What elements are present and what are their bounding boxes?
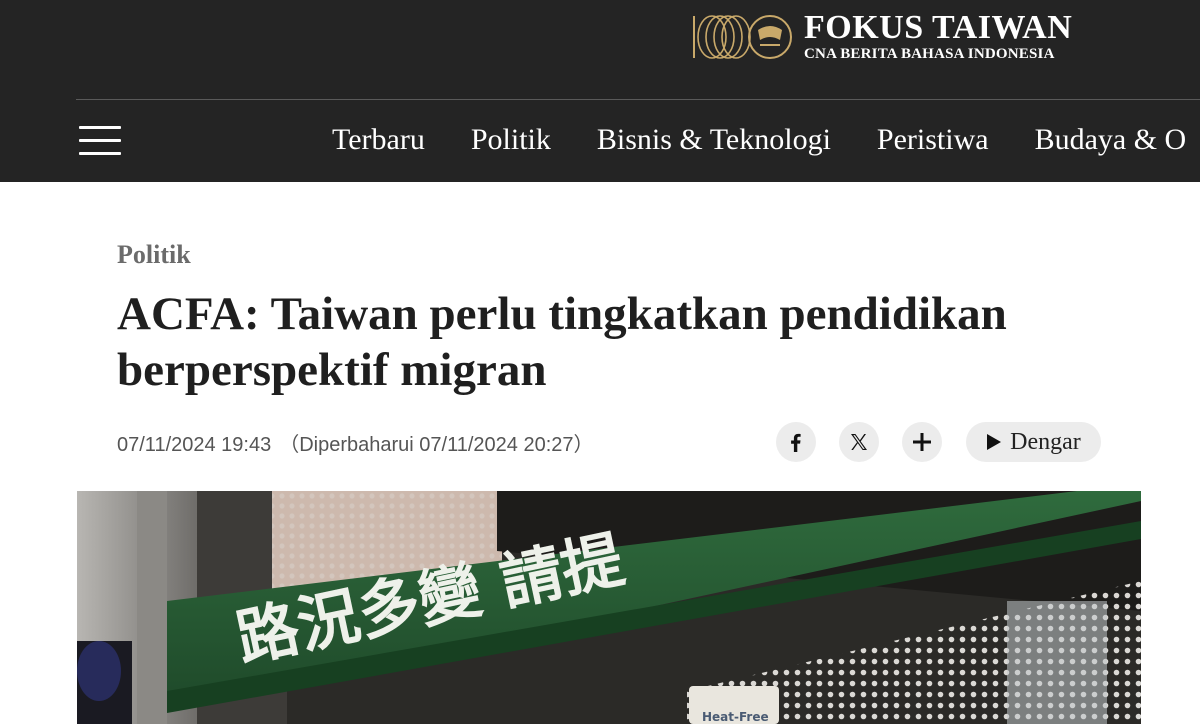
nav-item-bisnis-teknologi[interactable]: Bisnis & Teknologi bbox=[597, 118, 831, 162]
hamburger-menu-icon[interactable] bbox=[79, 124, 121, 158]
article-title: ACFA: Taiwan perlu tingkatkan pendidikan… bbox=[117, 288, 1007, 396]
share-x-button[interactable] bbox=[839, 422, 879, 462]
facebook-icon bbox=[791, 433, 801, 452]
updated-date: （Diperbaharui 07/11/2024 20:27） bbox=[279, 434, 594, 456]
cna-100-logo-icon bbox=[693, 15, 792, 59]
x-icon bbox=[851, 434, 867, 450]
brand-title: FOKUS TAIWAN bbox=[804, 9, 1073, 46]
nav-item-budaya[interactable]: Budaya & O bbox=[1035, 118, 1187, 162]
article-category[interactable]: Politik bbox=[117, 240, 191, 270]
nav-item-terbaru[interactable]: Terbaru bbox=[332, 118, 425, 162]
nav-item-peristiwa[interactable]: Peristiwa bbox=[877, 118, 989, 162]
brand-subtitle: CNA BERITA BAHASA INDONESIA bbox=[804, 46, 1055, 62]
hero-sticker-text: Heat-Free bbox=[702, 710, 769, 724]
plus-icon bbox=[913, 433, 931, 451]
article-meta: 07/11/2024 19:43 （Diperbaharui 07/11/2024… bbox=[117, 428, 594, 457]
listen-label: Dengar bbox=[1010, 428, 1081, 455]
play-icon bbox=[987, 434, 1002, 450]
listen-button[interactable]: Dengar bbox=[966, 422, 1101, 462]
nav-item-politik[interactable]: Politik bbox=[471, 118, 551, 162]
share-more-button[interactable] bbox=[902, 422, 942, 462]
header-divider bbox=[76, 99, 1200, 100]
share-facebook-button[interactable] bbox=[776, 422, 816, 462]
publish-date: 07/11/2024 19:43 bbox=[117, 434, 272, 456]
main-nav: Terbaru Politik Bisnis & Teknologi Peris… bbox=[332, 118, 1200, 162]
site-logo[interactable]: FOKUS TAIWAN CNA BERITA BAHASA INDONESIA bbox=[692, 10, 1072, 64]
article-hero-image: 路況多變 請提 Heat-Free bbox=[77, 491, 1141, 724]
site-header: FOKUS TAIWAN CNA BERITA BAHASA INDONESIA… bbox=[0, 0, 1200, 182]
